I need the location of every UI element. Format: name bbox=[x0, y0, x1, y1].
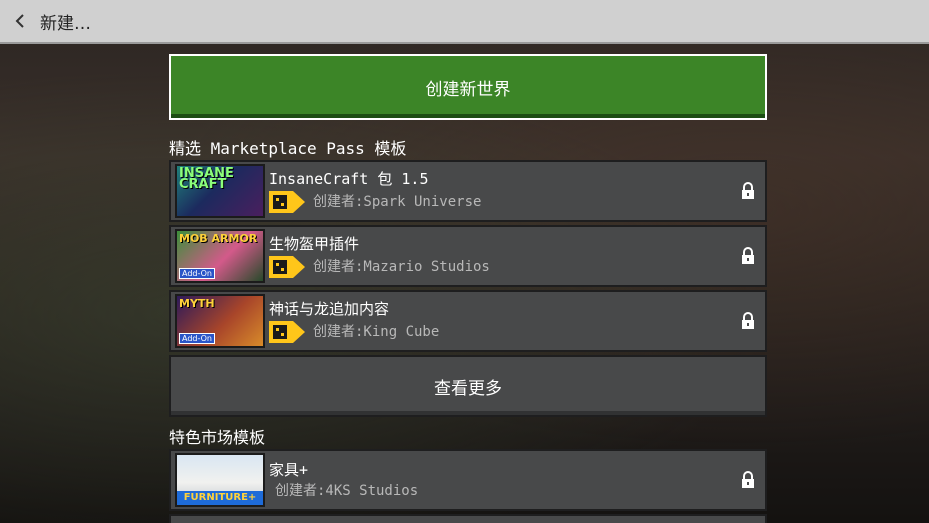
template-title: 家具+ bbox=[269, 461, 309, 479]
featured-market-header: 特色市场模板 bbox=[169, 428, 266, 447]
lock-icon bbox=[739, 471, 757, 489]
back-button[interactable] bbox=[0, 0, 40, 43]
marketplace-pass-header: 精选 Marketplace Pass 模板 bbox=[169, 139, 407, 158]
page-title: 新建… bbox=[40, 13, 91, 34]
template-row-myths-dragons[interactable]: MYTH Add-On 神话与龙追加内容 创建者:King Cube bbox=[169, 290, 767, 352]
template-creator: 创建者:4KS Studios bbox=[275, 483, 419, 499]
thumbnail-text: MYTH bbox=[179, 297, 215, 310]
template-thumbnail: MOB ARMOR Add-On bbox=[175, 229, 265, 283]
lock-icon bbox=[739, 312, 757, 330]
template-row-insanecraft[interactable]: INSANE CRAFT InsaneCraft 包 1.5 创建者:Spark… bbox=[169, 160, 767, 222]
lock-icon bbox=[739, 247, 757, 265]
template-row-mob-armor[interactable]: MOB ARMOR Add-On 生物盔甲插件 创建者:Mazario Stud… bbox=[169, 225, 767, 287]
template-title: 生物盔甲插件 bbox=[269, 235, 360, 253]
lock-icon bbox=[739, 182, 757, 200]
create-new-world-button[interactable]: 创建新世界 bbox=[169, 54, 767, 120]
marketplace-pass-list: INSANE CRAFT InsaneCraft 包 1.5 创建者:Spark… bbox=[169, 160, 767, 417]
template-creator: 创建者:Spark Universe bbox=[313, 194, 482, 210]
template-title: InsaneCraft 包 1.5 bbox=[269, 170, 429, 188]
template-creator: 创建者:King Cube bbox=[313, 324, 440, 340]
top-bar: 新建… bbox=[0, 0, 929, 44]
addon-tag: Add-On bbox=[179, 333, 215, 344]
thumbnail-text: MOB ARMOR bbox=[179, 232, 258, 245]
thumbnail-text: INSANE CRAFT bbox=[179, 166, 234, 192]
template-thumbnail: INSANE CRAFT bbox=[175, 164, 265, 218]
main-content: 创建新世界 精选 Marketplace Pass 模板 INSANE CRAF… bbox=[169, 54, 767, 523]
thumbnail-text: FURNITURE+ bbox=[177, 491, 263, 505]
chevron-left-icon bbox=[14, 13, 26, 29]
template-title: 神话与龙追加内容 bbox=[269, 300, 390, 318]
template-row-furniture[interactable]: FURNITURE+ 家具+ 创建者:4KS Studios bbox=[169, 449, 767, 511]
marketplace-pass-badge-icon bbox=[269, 256, 307, 278]
featured-market-list: FURNITURE+ 家具+ 创建者:4KS Studios bbox=[169, 449, 767, 523]
marketplace-pass-badge-icon bbox=[269, 191, 307, 213]
see-more-button[interactable]: 查看更多 bbox=[169, 355, 767, 417]
template-thumbnail: MYTH Add-On bbox=[175, 294, 265, 348]
template-creator: 创建者:Mazario Studios bbox=[313, 259, 490, 275]
addon-tag: Add-On bbox=[179, 268, 215, 279]
list-item[interactable] bbox=[169, 514, 767, 523]
marketplace-pass-badge-icon bbox=[269, 321, 307, 343]
template-thumbnail: FURNITURE+ bbox=[175, 453, 265, 507]
